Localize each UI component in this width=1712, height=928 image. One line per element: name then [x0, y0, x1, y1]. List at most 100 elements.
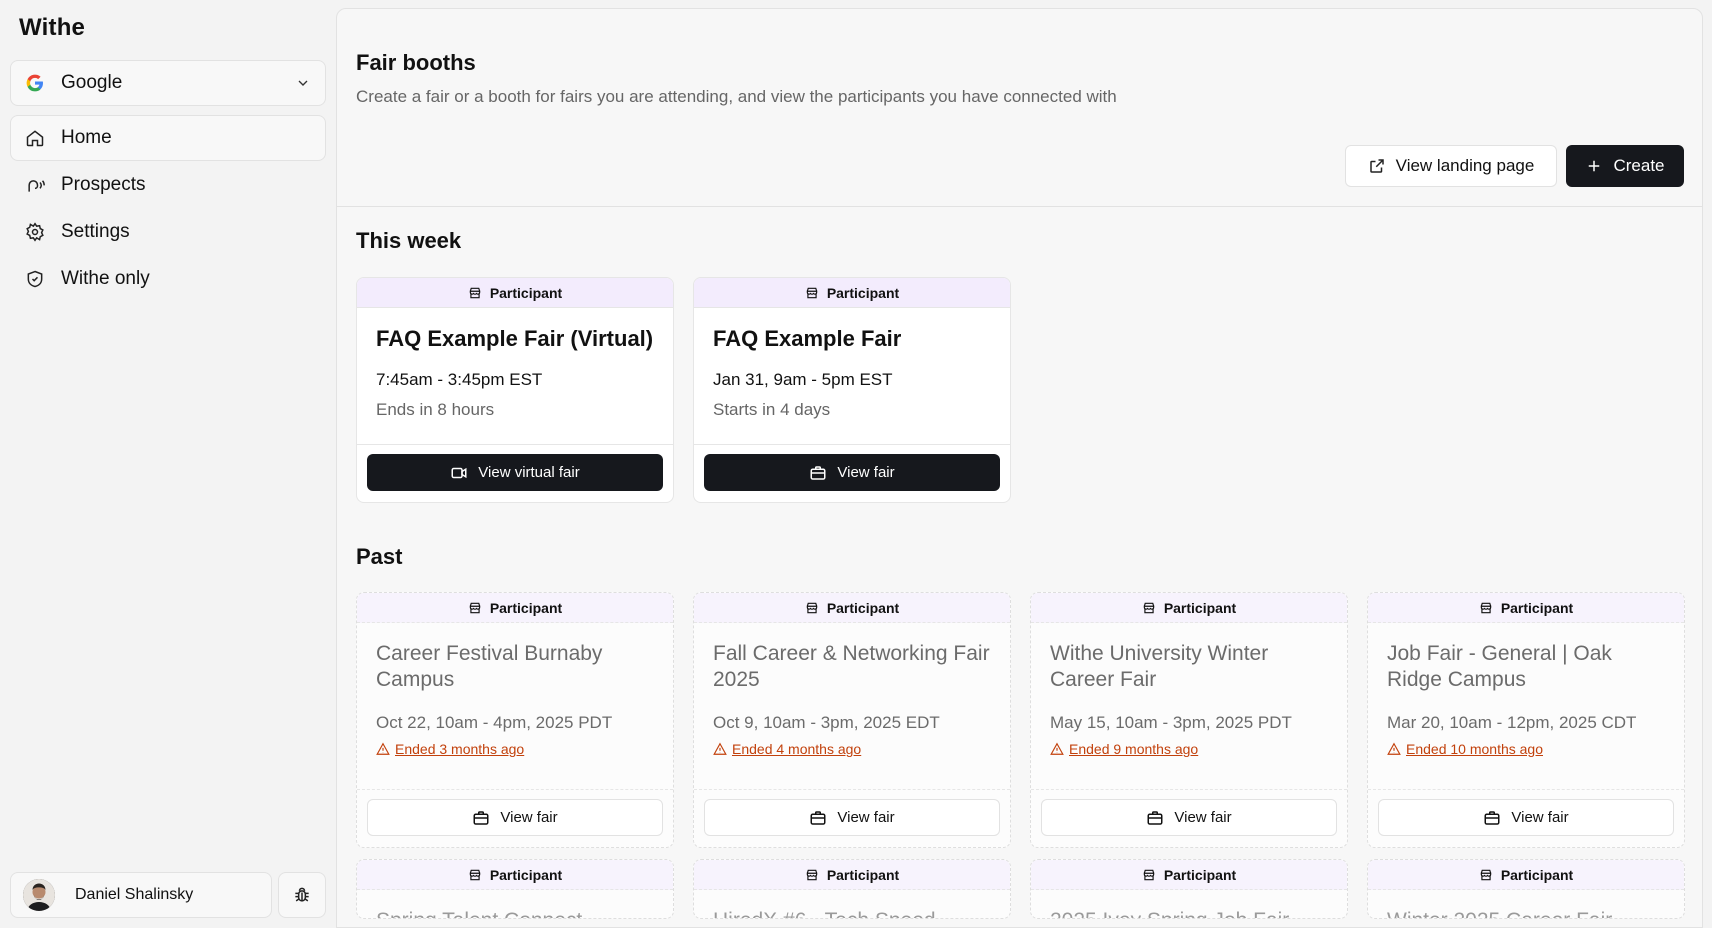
fair-card: Participant HiredX #6 - Tech Speed — [693, 859, 1011, 919]
fair-card: Participant Winter 2025 Career Fair — [1367, 859, 1685, 919]
fair-ended: Ended 9 months ago — [1050, 741, 1328, 757]
main-content: Fair booths Create a fair or a booth for… — [336, 8, 1703, 928]
app-logo: Withe — [19, 14, 86, 41]
org-name: Google — [61, 72, 123, 93]
store-icon — [806, 602, 818, 613]
view-fair-button[interactable]: View fair — [367, 799, 663, 836]
briefcase-icon — [473, 810, 489, 825]
fair-card: Participant Spring Talent Connect — [356, 859, 674, 919]
fair-time: 7:45am - 3:45pm EST — [376, 370, 543, 389]
report-bug-button[interactable] — [278, 872, 326, 918]
role-label: Participant — [1500, 866, 1574, 883]
store-icon — [806, 869, 818, 880]
chevron-down-icon — [298, 80, 308, 86]
briefcase-icon — [1484, 810, 1500, 825]
cta-label: View fair — [1174, 809, 1232, 826]
role-label: Participant — [489, 599, 563, 616]
fair-time: May 15, 10am - 3pm, 2025 PDT — [1050, 713, 1292, 732]
user-name: Daniel Shalinsky — [75, 886, 194, 903]
fair-relative-time: Starts in 4 days — [713, 400, 831, 419]
cta-label: View fair — [837, 809, 895, 826]
store-icon — [1143, 602, 1155, 613]
role-label: Participant — [826, 866, 900, 883]
role-banner: Participant — [1031, 593, 1347, 623]
role-label: Participant — [826, 599, 900, 616]
view-fair-button[interactable]: View fair — [704, 799, 1000, 836]
briefcase-icon — [810, 810, 826, 825]
briefcase-icon — [1147, 810, 1163, 825]
view-landing-page-label: View landing page — [1395, 156, 1535, 175]
fair-title: Career Festival Burnaby Campus — [376, 642, 603, 691]
sidebar-item-label: Settings — [61, 221, 130, 242]
page-title: Fair booths — [356, 50, 476, 75]
section-title-past: Past — [356, 544, 403, 569]
role-banner: Participant — [694, 593, 1010, 623]
role-label: Participant — [1163, 866, 1237, 883]
warning-icon — [713, 742, 727, 755]
view-landing-page-button[interactable]: View landing page — [1345, 145, 1557, 187]
fair-relative-time: Ended 10 months ago — [1406, 741, 1543, 757]
store-icon — [806, 287, 818, 298]
fair-ended: Ended 4 months ago — [713, 741, 991, 757]
sidebar-item-prospects[interactable]: Prospects — [10, 162, 326, 208]
user-avatar-icon — [23, 879, 55, 911]
fair-title: HiredX #6 - Tech Speed — [713, 908, 991, 918]
fair-card: Participant Career Festival Burnaby Camp… — [356, 592, 674, 848]
role-banner: Participant — [694, 860, 1010, 890]
fair-title: FAQ Example Fair (Virtual) — [376, 326, 654, 351]
warning-icon — [376, 742, 390, 755]
role-label: Participant — [1163, 599, 1237, 616]
fair-card: Participant Fall Career & Networking Fai… — [693, 592, 1011, 848]
fair-card: Participant 2025 Ivey Spring Job Fair — [1030, 859, 1348, 919]
view-fair-button[interactable]: View fair — [704, 454, 1000, 491]
section-title-this-week: This week — [356, 228, 462, 253]
view-fair-button[interactable]: View fair — [1041, 799, 1337, 836]
role-label: Participant — [1500, 599, 1574, 616]
google-logo-icon — [26, 74, 43, 92]
home-icon — [26, 130, 44, 147]
briefcase-icon — [810, 465, 826, 480]
fair-time: Mar 20, 10am - 12pm, 2025 CDT — [1387, 713, 1637, 732]
plus-icon — [1589, 160, 1600, 172]
org-switcher[interactable]: Google — [10, 60, 326, 106]
fair-ended: Ended 10 months ago — [1387, 741, 1665, 757]
warning-icon — [1050, 742, 1064, 755]
cta-label: View fair — [1511, 809, 1569, 826]
role-label: Participant — [489, 284, 563, 301]
fair-ended: Ended 3 months ago — [376, 741, 654, 757]
fair-title: Winter 2025 Career Fair — [1387, 908, 1665, 918]
sidebar-nav: Home Prospects Settings Withe only — [10, 115, 326, 303]
fair-card: Participant Job Fair - General | Oak Rid… — [1367, 592, 1685, 848]
create-button[interactable]: Create — [1566, 145, 1684, 187]
fair-time: Oct 22, 10am - 4pm, 2025 PDT — [376, 713, 613, 732]
external-link-icon — [1369, 159, 1384, 173]
fair-card: Participant FAQ Example Fair (Virtual) 7… — [356, 277, 674, 503]
store-icon — [469, 287, 481, 298]
role-banner: Participant — [357, 278, 673, 308]
sidebar-item-label: Withe only — [61, 268, 150, 289]
user-menu[interactable]: Daniel Shalinsky — [10, 872, 272, 918]
fair-time: Oct 9, 10am - 3pm, 2025 EDT — [713, 713, 940, 732]
prospects-icon — [28, 180, 45, 192]
cta-label: View virtual fair — [478, 464, 580, 481]
role-banner: Participant — [357, 860, 673, 890]
view-virtual-fair-button[interactable]: View virtual fair — [367, 454, 663, 491]
cta-label: View fair — [500, 809, 558, 826]
sidebar-item-withe-only[interactable]: Withe only — [10, 256, 326, 302]
role-label: Participant — [489, 866, 563, 883]
gear-icon — [26, 222, 44, 242]
fair-card: Participant FAQ Example Fair Jan 31, 9am… — [693, 277, 1011, 503]
role-label: Participant — [826, 284, 900, 301]
sidebar-item-settings[interactable]: Settings — [10, 209, 326, 255]
fair-card: Participant Withe University Winter Care… — [1030, 592, 1348, 848]
fair-relative-time: Ended 4 months ago — [732, 741, 862, 757]
role-banner: Participant — [1368, 593, 1684, 623]
view-fair-button[interactable]: View fair — [1378, 799, 1674, 836]
fair-relative-time: Ended 3 months ago — [395, 741, 525, 757]
fair-title: Spring Talent Connect — [376, 908, 654, 918]
bug-icon — [295, 887, 309, 902]
fair-title: Job Fair - General | Oak Ridge Campus — [1387, 642, 1612, 691]
sidebar-item-home[interactable]: Home — [10, 115, 326, 161]
fair-time: Jan 31, 9am - 5pm EST — [713, 370, 893, 389]
store-icon — [1480, 869, 1492, 880]
